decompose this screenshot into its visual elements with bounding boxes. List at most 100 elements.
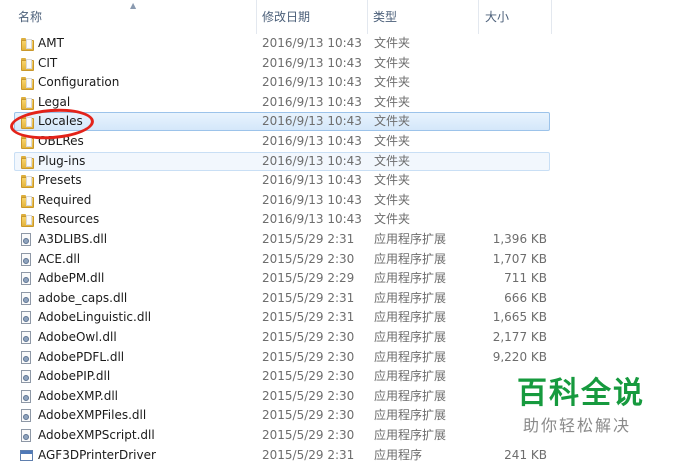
file-type: 应用程序 (374, 447, 423, 462)
file-name: AdobeOwl.dll (38, 330, 117, 344)
watermark-title: 百科全说 (517, 376, 645, 411)
column-divider[interactable] (367, 0, 368, 34)
file-type: 文件夹 (374, 36, 411, 50)
file-type: 文件夹 (374, 192, 411, 207)
file-row[interactable]: Presets 2016/9/13 10:43 文件夹 (14, 171, 550, 190)
file-row[interactable]: AdobeLinguistic.dll 2015/5/29 2:31 应用程序扩展 1… (14, 308, 550, 327)
file-row[interactable]: AdobePIP.dll 2015/5/29 2:30 应用程序扩展 (14, 367, 550, 386)
file-name: Legal (38, 94, 71, 109)
column-divider[interactable] (478, 0, 479, 34)
file-date: 2015/5/29 2:30 (262, 251, 355, 266)
file-type: 文件夹 (374, 114, 411, 129)
file-size: 2,177 KB (492, 330, 547, 344)
file-name: AdobeXMP.dll (38, 388, 118, 403)
file-type: 应用程序扩展 (374, 349, 447, 364)
file-size (475, 35, 547, 52)
file-name: Resources (38, 212, 100, 227)
file-date: 2015/5/29 2:30 (262, 408, 355, 423)
file-size (475, 211, 547, 228)
file-size: 666 KB (504, 290, 547, 305)
file-row[interactable]: AdobeXMP.dll 2015/5/29 2:30 应用程序扩展 (14, 387, 550, 406)
file-name: A3DLIBS.dll (38, 232, 108, 246)
dll-icon (20, 330, 36, 345)
file-type: 应用程序扩展 (374, 271, 447, 286)
dll-icon (20, 271, 36, 286)
column-name-header[interactable]: 名称 (18, 0, 42, 34)
file-name: Plug-ins (38, 153, 86, 168)
file-row[interactable]: AdbePM.dll 2015/5/29 2:29 应用程序扩展 711 KB (14, 269, 550, 288)
file-row[interactable]: AdobePDFL.dll 2015/5/29 2:30 应用程序扩展 9,220 K… (14, 348, 550, 367)
file-date: 2015/5/29 2:31 (262, 447, 355, 462)
folder-icon (20, 134, 36, 149)
column-divider[interactable] (551, 0, 552, 34)
dll-icon (20, 252, 36, 267)
file-date: 2016/9/13 10:43 (262, 55, 362, 70)
file-type: 文件夹 (374, 153, 411, 168)
dll-icon (20, 428, 36, 443)
column-divider[interactable] (256, 0, 257, 34)
column-date-header[interactable]: 修改日期 (262, 0, 310, 34)
file-name: AdobePIP.dll (38, 369, 111, 384)
dll-icon (20, 291, 36, 306)
file-size: 241 KB (504, 447, 547, 462)
file-row[interactable]: AMT 2016/9/13 10:43 文件夹 (14, 34, 550, 53)
file-name: AMT (38, 36, 64, 50)
file-size (475, 153, 547, 170)
file-row[interactable]: CIT 2016/9/13 10:43 文件夹 (14, 54, 550, 73)
file-name: OBLRes (38, 134, 84, 148)
file-row[interactable]: A3DLIBS.dll 2015/5/29 2:31 应用程序扩展 1,396 KB (14, 230, 550, 249)
file-name: AdobeLinguistic.dll (38, 310, 152, 325)
file-row[interactable]: Resources 2016/9/13 10:43 文件夹 (14, 210, 550, 229)
file-size: 1,707 KB (492, 251, 547, 266)
file-type: 文件夹 (374, 55, 411, 70)
folder-icon (20, 36, 36, 51)
file-date: 2015/5/29 2:31 (262, 290, 355, 305)
file-size: 711 KB (504, 271, 547, 286)
file-date: 2016/9/13 10:43 (262, 94, 362, 109)
file-size (475, 94, 547, 111)
file-row[interactable]: adobe_caps.dll 2015/5/29 2:31 应用程序扩展 666 KB (14, 289, 550, 308)
file-size: 1,396 KB (492, 232, 547, 246)
file-type: 文件夹 (374, 94, 411, 109)
column-header: ▲ 名称 修改日期 类型 大小 (0, 0, 692, 34)
dll-icon (20, 232, 36, 247)
folder-icon (20, 154, 36, 169)
watermark-subtitle: 助你轻松解决 (523, 416, 632, 435)
file-size (475, 133, 547, 150)
file-row[interactable]: Configuration 2016/9/13 10:43 文件夹 (14, 73, 550, 92)
file-date: 2016/9/13 10:43 (262, 114, 362, 129)
folder-icon (20, 95, 36, 110)
file-row[interactable]: AdobeXMPScript.dll 2015/5/29 2:30 应用程序扩展 (14, 426, 550, 445)
file-size (475, 74, 547, 91)
file-row[interactable]: AGF3DPrinterDriver 2015/5/29 2:31 应用程序 241 … (14, 446, 550, 465)
folder-icon (20, 56, 36, 71)
file-row[interactable]: AdobeOwl.dll 2015/5/29 2:30 应用程序扩展 2,177 KB (14, 328, 550, 347)
file-row[interactable]: Legal 2016/9/13 10:43 文件夹 (14, 93, 550, 112)
file-row[interactable]: Locales 2016/9/13 10:43 文件夹 (14, 112, 550, 132)
dll-icon (20, 310, 36, 325)
file-date: 2015/5/29 2:30 (262, 349, 355, 364)
file-name: adobe_caps.dll (38, 290, 128, 305)
file-row[interactable]: Plug-ins 2016/9/13 10:43 文件夹 (14, 151, 550, 171)
file-date: 2015/5/29 2:29 (262, 271, 355, 286)
file-date: 2016/9/13 10:43 (262, 134, 362, 148)
dll-icon (20, 369, 36, 384)
file-name: AGF3DPrinterDriver (38, 447, 156, 462)
file-name: Required (38, 192, 92, 207)
file-row[interactable]: OBLRes 2016/9/13 10:43 文件夹 (14, 132, 550, 151)
file-name: AdbePM.dll (38, 271, 105, 286)
file-name: AdobeXMPScript.dll (38, 428, 155, 442)
column-size-header[interactable]: 大小 (485, 0, 509, 34)
file-type: 应用程序扩展 (374, 232, 447, 246)
file-size: 1,665 KB (492, 310, 547, 325)
dll-icon (20, 408, 36, 423)
file-row[interactable]: Required 2016/9/13 10:43 文件夹 (14, 191, 550, 210)
file-date: 2016/9/13 10:43 (262, 173, 362, 188)
file-type: 应用程序扩展 (374, 388, 447, 403)
dll-icon (20, 389, 36, 404)
file-type: 应用程序扩展 (374, 408, 447, 423)
file-row[interactable]: ACE.dll 2015/5/29 2:30 应用程序扩展 1,707 KB (14, 250, 550, 269)
file-row[interactable]: AdobeXMPFiles.dll 2015/5/29 2:30 应用程序扩展 (14, 406, 550, 425)
folder-icon (20, 114, 36, 130)
column-type-header[interactable]: 类型 (373, 0, 397, 34)
